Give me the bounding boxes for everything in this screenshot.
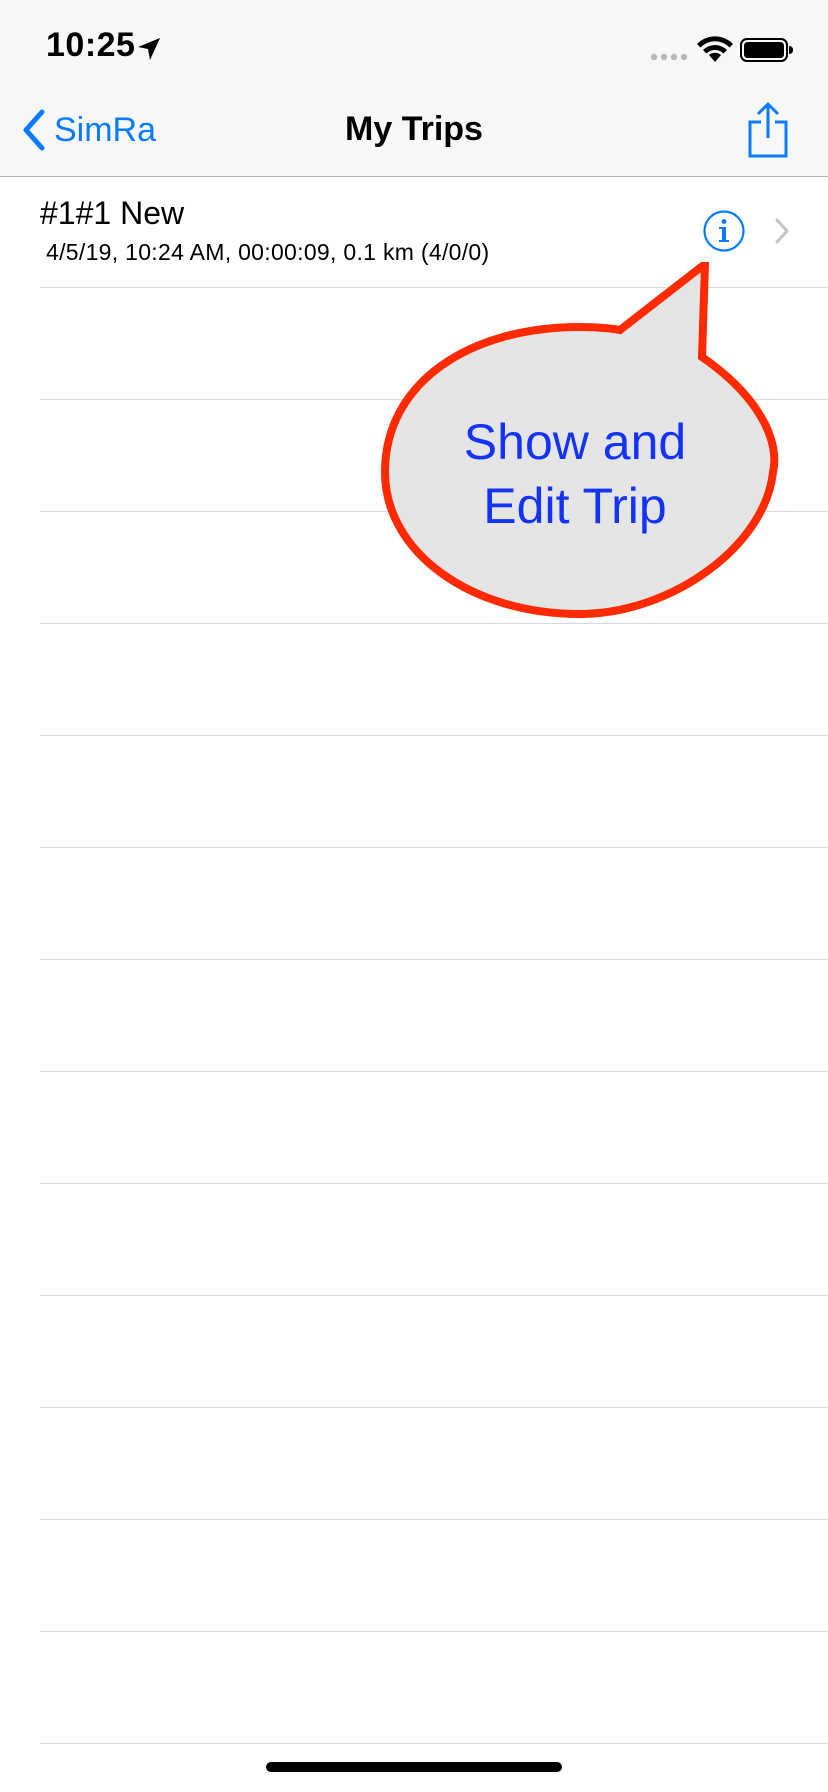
empty-row (40, 1072, 828, 1184)
info-circle-icon[interactable] (702, 209, 746, 253)
callout-text: Show and Edit Trip (400, 410, 750, 538)
empty-row (40, 1520, 828, 1632)
trip-title: #1#1 New (40, 195, 185, 231)
share-icon[interactable] (746, 102, 790, 158)
empty-row (40, 848, 828, 960)
status-time: 10:25 (46, 26, 136, 64)
callout-line-1: Show and (463, 414, 687, 470)
callout-line-2: Edit Trip (483, 478, 667, 534)
chevron-right-icon (775, 218, 789, 244)
screen: 10:25 SimRa My Trips #1#1 New 4/5/19, 10… (0, 0, 828, 1792)
empty-row (40, 960, 828, 1072)
home-indicator[interactable] (266, 1762, 562, 1772)
wifi-icon (697, 36, 733, 62)
empty-row (40, 624, 828, 736)
empty-row (40, 1632, 828, 1744)
empty-row (40, 736, 828, 848)
cellular-signal-icon (650, 53, 688, 61)
location-arrow-icon (138, 38, 160, 60)
empty-row (40, 1408, 828, 1520)
battery-icon (740, 38, 793, 62)
empty-row (40, 1296, 828, 1408)
empty-row (40, 1184, 828, 1296)
page-title: My Trips (345, 110, 483, 148)
